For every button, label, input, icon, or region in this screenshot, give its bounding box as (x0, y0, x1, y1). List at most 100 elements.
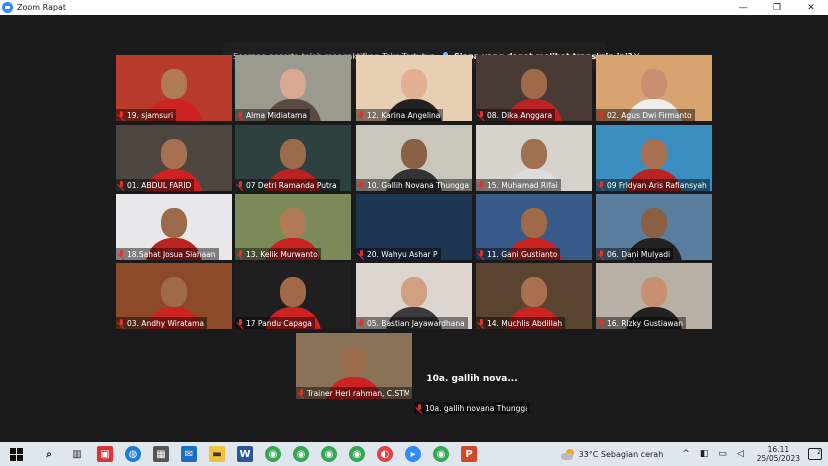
chevron-up-icon[interactable]: ^ (682, 449, 690, 459)
muted-mic-icon (237, 250, 244, 258)
participant-display-name: 10a. gallih nova... (426, 374, 518, 384)
participant-video-tile[interactable]: 12. Karina Angelina (356, 55, 472, 121)
participant-tile-no-video[interactable]: 10a. gallih nova... 10a. gallih novana T… (414, 348, 530, 414)
muted-mic-icon (478, 111, 485, 119)
word-icon[interactable]: W (237, 446, 253, 462)
participant-name: 15. Muhamad Rifai (487, 180, 558, 190)
zoom-icon[interactable]: ▸ (405, 446, 421, 462)
participant-name-tag: Alma Midiatama (235, 109, 310, 121)
chrome-icon[interactable]: ◉ (321, 446, 337, 462)
participant-video-tile[interactable]: 08. Dika Anggara (476, 55, 592, 121)
participant-video-tile[interactable]: Trainer Heri rahman, C.STMI (296, 333, 412, 399)
participant-video-tile[interactable]: 16. Rizky Gustiawan (596, 263, 712, 329)
participant-name-tag: 05. Bastian Jayawardhana (356, 317, 468, 329)
maximize-button[interactable]: ❐ (760, 0, 794, 15)
muted-mic-icon (358, 319, 365, 327)
participant-silhouette-face (641, 69, 667, 99)
participant-name-tag: 07 Detri Ramanda Putra (235, 179, 340, 191)
chrome-icon[interactable]: ◉ (265, 446, 281, 462)
chrome-icon[interactable]: ◉ (349, 446, 365, 462)
participant-silhouette-face (401, 69, 427, 99)
participant-name: 08. Dika Anggara (487, 110, 553, 120)
windows-start-icon[interactable] (10, 447, 23, 461)
participant-silhouette-face (401, 139, 427, 169)
gift-icon[interactable]: ▣ (97, 446, 113, 462)
participant-name: 19. sjamsuri (127, 110, 174, 120)
powerpoint-icon[interactable]: P (461, 446, 477, 462)
participant-name: 09 Fridyan Aris Rafiansyah (607, 180, 707, 190)
participant-silhouette-face (161, 277, 187, 307)
participant-name-tag: 06. Dani Mulyadi (596, 248, 674, 260)
mail-icon[interactable]: ✉ (181, 446, 197, 462)
muted-mic-icon (598, 250, 605, 258)
participant-silhouette-face (280, 139, 306, 169)
weather-icon[interactable] (560, 448, 575, 460)
chrome-icon[interactable]: ◉ (433, 446, 449, 462)
search-icon[interactable]: ⌕ (41, 446, 57, 462)
participant-video-tile[interactable]: 19. sjamsuri (116, 55, 232, 121)
paint-icon[interactable]: ◐ (377, 446, 393, 462)
participant-silhouette-face (280, 69, 306, 99)
participant-name: Trainer Heri rahman, C.STMI (307, 388, 409, 398)
participant-name: 06. Dani Mulyadi (607, 249, 671, 259)
network-icon[interactable]: ◧ (700, 449, 709, 459)
explorer-icon[interactable]: ▬ (209, 446, 225, 462)
participant-name-tag: 20. Wahyu Ashar P (356, 248, 441, 260)
participant-name-tag: 02. Agus Dwi Firmanto (596, 109, 695, 121)
window-controls: — ❐ ✕ (726, 0, 828, 15)
participant-name-tag: 08. Dika Anggara (476, 109, 556, 121)
participant-name: 12. Karina Angelina (367, 110, 441, 120)
participant-video-tile[interactable]: 02. Agus Dwi Firmanto (596, 55, 712, 121)
muted-mic-icon (416, 404, 423, 412)
muted-mic-icon (237, 111, 244, 119)
participant-video-tile[interactable]: 13. Kelik Murwanto (235, 194, 351, 260)
participant-video-tile[interactable]: 06. Dani Mulyadi (596, 194, 712, 260)
battery-icon[interactable]: ▭ (718, 449, 727, 459)
participant-silhouette-face (280, 208, 306, 238)
window-titlebar: Zoom Rapat — ❐ ✕ (0, 0, 828, 15)
chrome-icon[interactable]: ◉ (293, 446, 309, 462)
task-view-icon[interactable]: ▥ (69, 446, 85, 462)
participant-video-tile[interactable]: 03. Andhy Wiratama (116, 263, 232, 329)
clock[interactable]: 16.11 25/05/2023 (757, 445, 800, 463)
participant-name: 13. Kelik Murwanto (246, 249, 318, 259)
store-icon[interactable]: ▦ (153, 446, 169, 462)
participant-video-tile[interactable]: 18.Sahat Josua Siahaan (116, 194, 232, 260)
muted-mic-icon (478, 181, 485, 189)
zoom-logo-icon (2, 2, 13, 13)
window-title: Zoom Rapat (17, 3, 67, 12)
minimize-button[interactable]: — (726, 0, 760, 15)
participant-silhouette-face (521, 277, 547, 307)
participant-video-tile[interactable]: 14. Muchlis Abdillah (476, 263, 592, 329)
muted-mic-icon (118, 319, 125, 327)
weather-text[interactable]: 33°C Sebagian cerah (579, 450, 664, 459)
close-button[interactable]: ✕ (794, 0, 828, 15)
participant-video-tile[interactable]: 09 Fridyan Aris Rafiansyah (596, 125, 712, 191)
participant-video-tile[interactable]: Alma Midiatama (235, 55, 351, 121)
volume-icon[interactable]: ◁ (737, 449, 744, 459)
participant-video-tile[interactable]: 01. ABDUL FARID (116, 125, 232, 191)
participant-name-tag: 15. Muhamad Rifai (476, 179, 561, 191)
muted-mic-icon (298, 389, 305, 397)
participant-video-tile[interactable]: 15. Muhamad Rifai (476, 125, 592, 191)
edge-icon[interactable]: ◍ (125, 446, 141, 462)
participant-name: 07 Detri Ramanda Putra (246, 180, 337, 190)
participant-video-tile[interactable]: 11. Gani Gustianto (476, 194, 592, 260)
participant-video-tile[interactable]: 20. Wahyu Ashar P (356, 194, 472, 260)
participant-video-tile[interactable]: 07 Detri Ramanda Putra (235, 125, 351, 191)
participant-name-tag: 13. Kelik Murwanto (235, 248, 321, 260)
participant-video-tile[interactable]: 17 Pandu Capaga (235, 263, 351, 329)
participant-video-tile[interactable]: 10. Gallih Novana Thunggal (356, 125, 472, 191)
participant-name: 20. Wahyu Ashar P (367, 249, 438, 259)
participant-name: 16. Rizky Gustiawan (607, 318, 684, 328)
participant-name-tag: 10. Gallih Novana Thunggal (356, 179, 472, 191)
muted-mic-icon (598, 181, 605, 189)
muted-mic-icon (118, 250, 125, 258)
notification-icon[interactable]: 2 (808, 448, 822, 460)
participant-silhouette-face (161, 208, 187, 238)
muted-mic-icon (237, 319, 244, 327)
participant-video-tile[interactable]: 05. Bastian Jayawardhana (356, 263, 472, 329)
windows-taskbar: ⌕ ▥ ▣ ◍ ▦ ✉ ▬ W ◉ ◉ ◉ ◉ ◐ ▸ ◉ P 33°C Sebagian cerah ^ ◧… (0, 442, 828, 466)
participant-silhouette-face (161, 69, 187, 99)
participant-silhouette-face (401, 208, 427, 238)
